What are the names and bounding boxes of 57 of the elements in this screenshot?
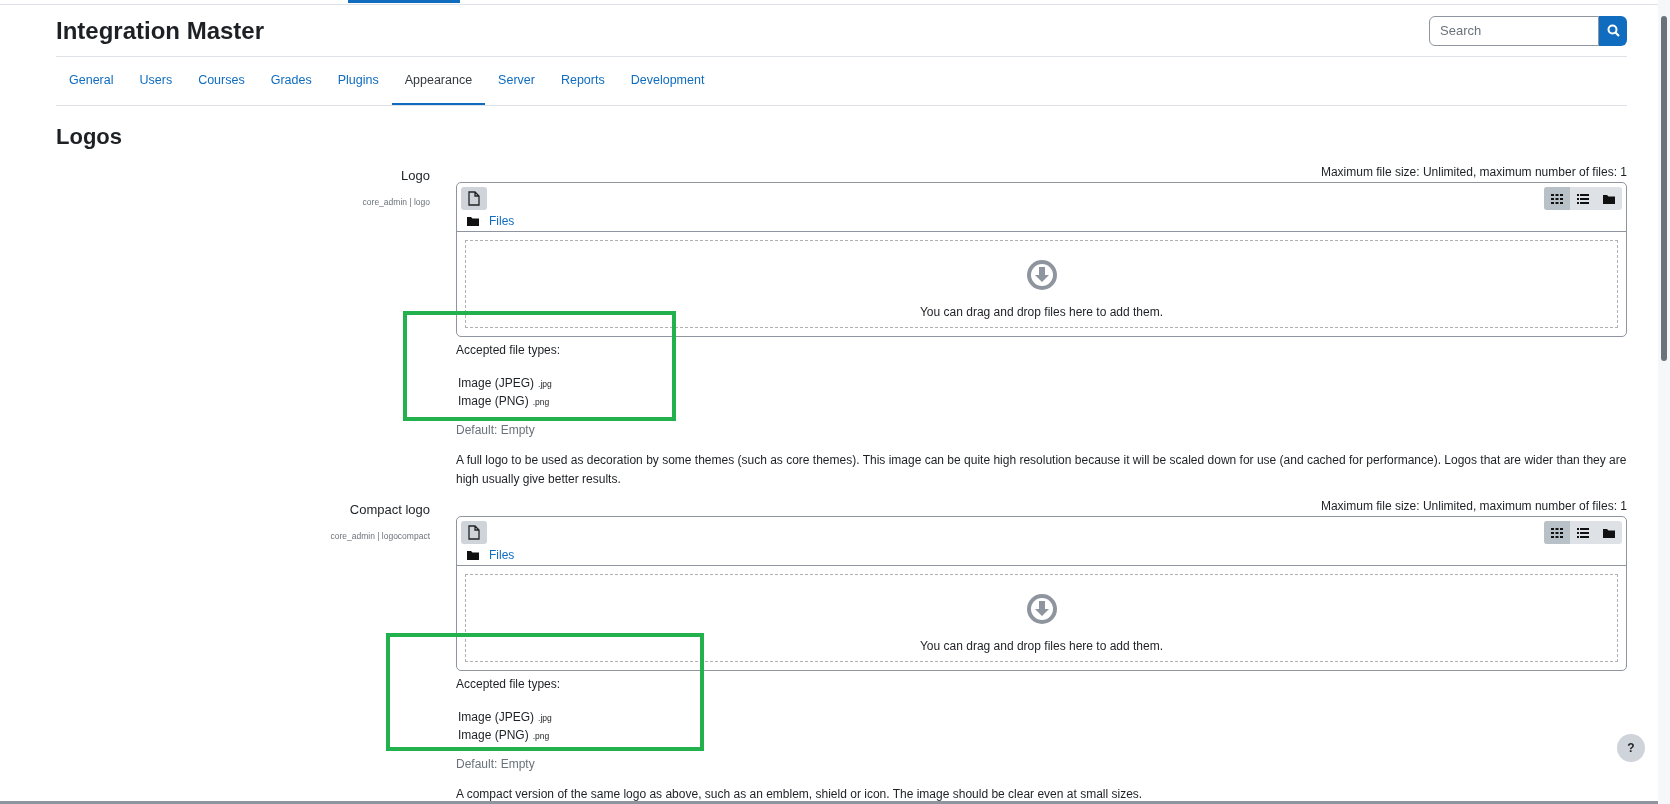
drop-zone[interactable]: You can drag and drop files here to add them. — [465, 574, 1618, 662]
file-limits-text: Maximum file size: Unlimited, maximum number of files: 1 — [1320, 164, 1627, 181]
search-button[interactable] — [1599, 15, 1627, 46]
search-field[interactable]: Search — [1429, 15, 1599, 46]
setting-label: Compact logo — [349, 501, 430, 519]
add-file-button[interactable] — [461, 521, 487, 544]
nav-tab[interactable]: Users — [126, 57, 186, 105]
folder-icon — [467, 215, 479, 226]
accepted-types-label: Accepted file types: — [456, 676, 561, 693]
nav-tab[interactable]: Appearance — [391, 57, 486, 105]
file-type-name: Image (PNG) — [458, 727, 529, 744]
grid-view-button[interactable] — [1544, 521, 1570, 544]
file-type-extension: .png — [532, 730, 550, 743]
file-icon — [468, 525, 480, 540]
nav-tab[interactable]: General — [56, 57, 127, 105]
setting-label: Logo — [401, 167, 430, 185]
add-file-button[interactable] — [461, 187, 487, 210]
nav-tab[interactable]: Grades — [257, 57, 325, 105]
help-button[interactable]: ? — [1617, 734, 1645, 762]
file-type-name: Image (PNG) — [458, 393, 529, 410]
list-icon — [1577, 193, 1589, 204]
drop-hint: You can drag and drop files here to add them. — [919, 638, 1164, 655]
folder-icon — [467, 549, 479, 560]
setting-id: core_admin | logocompact — [330, 529, 430, 543]
download-icon — [1025, 259, 1058, 291]
nav-tab[interactable]: Plugins — [324, 57, 392, 105]
files-link[interactable]: Files — [489, 211, 515, 230]
files-link[interactable]: Files — [489, 545, 515, 564]
setting-id: core_admin | logo — [362, 195, 430, 209]
file-type-name: Image (JPEG) — [458, 375, 535, 392]
drop-zone[interactable]: You can drag and drop files here to add them. — [465, 240, 1618, 328]
grid-icon — [1551, 527, 1563, 538]
drop-hint: You can drag and drop files here to add them. — [919, 304, 1164, 321]
folder-icon — [1603, 193, 1615, 204]
file-type-extension: .jpg — [538, 378, 552, 391]
file-type-name: Image (JPEG) — [458, 709, 535, 726]
nav-tab[interactable]: Server — [485, 57, 548, 105]
download-icon — [1025, 593, 1058, 625]
site-title: Integration Master — [56, 15, 265, 46]
search-icon — [1606, 24, 1620, 37]
list-icon — [1577, 527, 1589, 538]
default-value: Default: Empty — [456, 756, 535, 773]
file-type-extension: .jpg — [538, 712, 552, 725]
grid-icon — [1551, 193, 1563, 204]
page-heading: Logos — [56, 123, 122, 151]
setting-description: A compact version of the same logo as above, such as an emblem, shield or icon. The image should be clear even at small sizes. — [456, 786, 1144, 803]
file-limits-text: Maximum file size: Unlimited, maximum number of files: 1 — [1320, 498, 1627, 515]
folder-icon — [1603, 527, 1615, 538]
nav-tab[interactable]: Courses — [185, 57, 258, 105]
accepted-types-label: Accepted file types: — [456, 342, 561, 359]
file-type-extension: .png — [532, 396, 550, 409]
setting-description: A full logo to be used as decoration by some themes (such as core themes). This image can be quite high resolution because it will be scaled down for use (and cached for performance). Logos that are wider than they are high usually give better results. — [456, 452, 1627, 488]
default-value: Default: Empty — [456, 422, 535, 439]
nav-tab[interactable]: Reports — [547, 57, 618, 105]
nav-tab[interactable]: Development — [617, 57, 718, 105]
grid-view-button[interactable] — [1544, 187, 1570, 210]
file-icon — [468, 191, 480, 206]
